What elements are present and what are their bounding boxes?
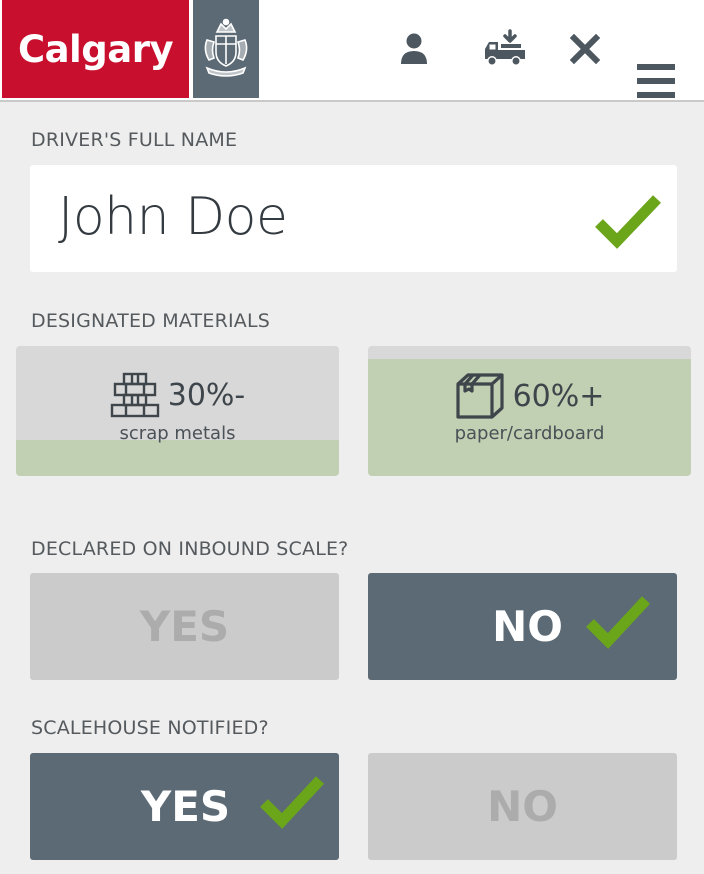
checkmark-icon [595,195,661,249]
material-percent: 30%- [167,377,246,413]
material-name: paper/cardboard [454,423,605,444]
coat-of-arms-icon [193,0,259,98]
scrap-metal-icon [110,372,159,418]
inbound-no-label: NO [492,602,563,651]
driver-name-label: DRIVER'S FULL NAME [31,129,238,151]
close-icon[interactable] [566,32,604,66]
designated-materials-label: DESIGNATED MATERIALS [31,310,271,332]
app-header: Calgary [0,0,704,102]
inbound-scale-label: DECLARED ON INBOUND SCALE? [31,538,349,560]
inbound-no-button[interactable]: NO [368,573,677,680]
truck-unload-icon[interactable] [482,28,528,68]
scalehouse-no-label: NO [487,782,558,831]
calgary-logo[interactable]: Calgary [2,0,189,98]
inbound-yes-label: YES [139,602,230,651]
material-card-scrap-metals[interactable]: 30%- scrap metals [16,346,339,476]
scalehouse-no-button[interactable]: NO [368,753,677,860]
material-name: scrap metals [119,423,236,444]
checkmark-icon [260,776,325,829]
user-icon[interactable] [396,30,432,66]
menu-icon[interactable] [634,60,678,102]
scalehouse-yes-button[interactable]: YES [30,753,339,860]
material-fill-bar [16,440,339,476]
driver-name-value[interactable]: John Doe [58,187,288,247]
inbound-yes-button[interactable]: YES [30,573,339,680]
checkmark-icon [586,596,651,649]
cardboard-box-icon [455,373,504,419]
driver-name-field[interactable]: John Doe [30,165,677,272]
scalehouse-yes-label: YES [140,782,231,831]
scalehouse-notified-label: SCALEHOUSE NOTIFIED? [31,717,269,739]
material-card-paper-cardboard[interactable]: 60%+ paper/cardboard [368,346,691,476]
material-percent: 60%+ [512,378,605,414]
